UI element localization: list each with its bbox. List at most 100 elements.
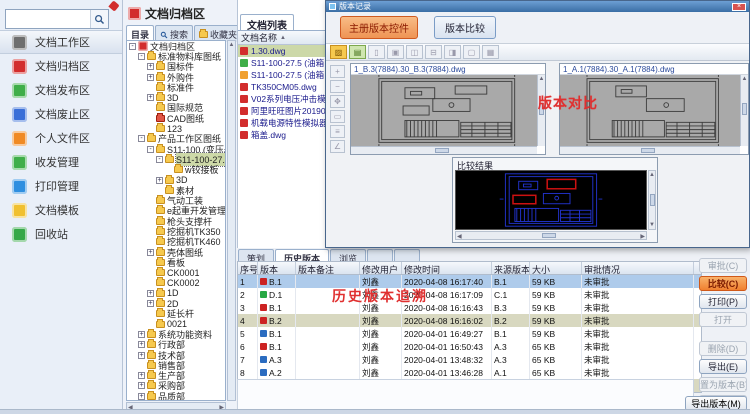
expand-icon[interactable]: + <box>147 300 154 307</box>
fit-icon[interactable]: ▭ <box>330 110 345 123</box>
expand-icon[interactable]: + <box>138 331 145 338</box>
table-row[interactable]: 1B.1刘鑫2020-04-08 16:17:40B.159 KB未审批 <box>238 275 701 288</box>
document-row[interactable]: 机载电源特性模拟器 <box>238 117 329 129</box>
expand-icon[interactable]: + <box>138 393 145 400</box>
column-header-4[interactable]: 修改用户 <box>360 262 402 274</box>
search-input[interactable] <box>6 10 90 28</box>
scroll-thumb[interactable] <box>542 233 556 238</box>
right-preview-vscrollbar[interactable]: ▲ <box>740 75 748 146</box>
tree-node[interactable]: CK0002 <box>127 278 225 288</box>
sidebar-item-6[interactable]: 收发管理 <box>0 150 122 174</box>
column-header-3[interactable]: 版本备注 <box>296 262 360 274</box>
tree-node[interactable]: +品质部 <box>127 391 225 401</box>
tree-node[interactable]: 看板 <box>127 257 225 267</box>
expand-icon[interactable]: + <box>147 249 154 256</box>
expand-icon[interactable]: + <box>147 63 154 70</box>
sidebar-item-3[interactable]: 文档发布区 <box>0 78 122 102</box>
sidebar-item-2[interactable]: 文档归档区 <box>0 54 122 78</box>
tree-node[interactable]: +1D <box>127 288 225 298</box>
column-header-7[interactable]: 大小 <box>530 262 582 274</box>
zoom-out-icon[interactable]: − <box>330 80 345 93</box>
document-row[interactable]: S11-100-27.5 (油箱 <box>238 69 329 81</box>
split-vertical-icon[interactable]: ⊟ <box>425 45 442 59</box>
result-hscrollbar[interactable]: ◀ ▶ <box>455 231 647 240</box>
tree-vertical-scrollbar[interactable]: ▲ <box>227 40 236 401</box>
table-row[interactable]: 7A.3刘鑫2020-04-01 13:48:32A.365 KB未审批 <box>238 353 701 366</box>
table-row[interactable]: 6B.1刘鑫2020-04-01 16:50:43A.365 KB未审批 <box>238 340 701 353</box>
document-name-column-header[interactable]: 文档名称 ▲ <box>238 31 329 45</box>
tree-node[interactable]: CK0001 <box>127 268 225 278</box>
column-header-2[interactable]: 版本 <box>258 262 296 274</box>
collapse-icon[interactable]: - <box>156 156 163 163</box>
table-row[interactable]: 3B.1刘鑫2020-04-08 16:16:43B.359 KB未审批 <box>238 301 701 314</box>
left-preview-canvas[interactable] <box>351 75 537 146</box>
scroll-thumb[interactable] <box>650 194 655 206</box>
left-preview-hscrollbar[interactable] <box>351 146 537 154</box>
page-icon[interactable]: ▯ <box>368 45 385 59</box>
expand-icon[interactable]: + <box>147 290 154 297</box>
table-row[interactable]: 5B.1刘鑫2020-04-01 16:49:27B.159 KB未审批 <box>238 327 701 340</box>
open-icon[interactable]: ▨ <box>330 45 347 59</box>
table-row[interactable]: 8A.2刘鑫2020-04-01 13:46:28A.165 KB未审批 <box>238 366 701 379</box>
window-icon[interactable]: ▢ <box>463 45 480 59</box>
split-horizontal-icon[interactable]: ◫ <box>406 45 423 59</box>
column-header-8[interactable]: 审批情况 <box>582 262 694 274</box>
column-header-1[interactable]: 序号 <box>238 262 258 274</box>
sidebar-item-8[interactable]: 文档模板 <box>0 198 122 222</box>
measure-icon[interactable]: ∠ <box>330 140 345 153</box>
tree-node[interactable]: w铰接板 <box>127 165 225 175</box>
collapse-icon[interactable]: - <box>138 53 145 60</box>
document-row[interactable]: V02系列电压冲击模拟 <box>238 93 329 105</box>
sidebar-item-7[interactable]: 打印管理 <box>0 174 122 198</box>
sidebar-item-5[interactable]: 个人文件区 <box>0 126 122 150</box>
column-header-6[interactable]: 来源版本 <box>492 262 530 274</box>
save-icon[interactable]: ▤ <box>349 45 366 59</box>
column-header-5[interactable]: 修改时间 <box>402 262 492 274</box>
scroll-thumb[interactable] <box>641 148 655 153</box>
tree-node[interactable]: 标准件 <box>127 82 225 92</box>
action-button-3[interactable]: 打印(P) <box>699 294 747 309</box>
dialog-titlebar[interactable]: 版本记录 × <box>326 1 749 12</box>
result-vscrollbar[interactable]: ▲ ▼ <box>648 170 656 230</box>
expand-icon[interactable]: + <box>156 177 163 184</box>
document-row[interactable]: TK350CM05.dwg <box>238 81 329 93</box>
main-version-control-button[interactable]: 主册版本控件 <box>340 16 418 39</box>
pin-icon[interactable] <box>108 0 119 11</box>
table-row[interactable]: 4B.2刘鑫2020-04-08 16:16:02B.259 KB未审批 <box>238 314 701 327</box>
tree-node[interactable]: 延长杆 <box>127 309 225 319</box>
action-button-6[interactable]: 删除(D) <box>699 341 747 356</box>
sidebar-item-4[interactable]: 文档废止区 <box>0 102 122 126</box>
overlay-icon[interactable]: ◨ <box>444 45 461 59</box>
collapse-icon[interactable]: - <box>147 146 154 153</box>
tree-node[interactable]: CAD图纸 <box>127 113 225 123</box>
collapse-icon[interactable]: - <box>138 135 145 142</box>
sidebar-item-1[interactable]: 文档工作区 <box>0 30 122 54</box>
layers-icon[interactable]: ≡ <box>330 125 345 138</box>
table-row[interactable]: 2D.1刘鑫2020-04-08 16:17:09C.159 KB未审批 <box>238 288 701 301</box>
scroll-thumb[interactable] <box>742 103 747 115</box>
expand-icon[interactable]: + <box>138 372 145 379</box>
expand-icon[interactable]: + <box>138 382 145 389</box>
document-row[interactable]: S11-100-27.5 (油箱 <box>238 57 329 69</box>
action-button-1[interactable]: 审批(C) <box>699 258 747 273</box>
expand-icon[interactable]: + <box>138 341 145 348</box>
scroll-thumb[interactable] <box>435 148 449 153</box>
action-button-4[interactable]: 打开 <box>699 312 747 327</box>
action-button-2[interactable]: 比较(C) <box>699 276 747 291</box>
copy-icon[interactable]: ▣ <box>387 45 404 59</box>
right-preview-hscrollbar[interactable] <box>560 146 740 154</box>
action-button-8[interactable]: 置为版本(B) <box>699 377 747 392</box>
search-button[interactable] <box>90 10 108 28</box>
close-icon[interactable]: × <box>732 3 746 11</box>
grid-icon[interactable]: ▦ <box>482 45 499 59</box>
expand-icon[interactable]: + <box>138 352 145 359</box>
zoom-in-icon[interactable]: + <box>330 65 345 78</box>
pan-icon[interactable]: ✥ <box>330 95 345 108</box>
document-row[interactable]: 1.30.dwg <box>238 45 329 57</box>
compare-result-canvas[interactable] <box>455 170 647 230</box>
collapse-icon[interactable]: - <box>129 43 136 50</box>
document-row[interactable]: 箱盖.dwg <box>238 129 329 141</box>
expand-icon[interactable]: + <box>147 74 154 81</box>
action-button-7[interactable]: 导出(E) <box>699 359 747 374</box>
version-compare-button[interactable]: 版本比较 <box>434 16 496 39</box>
